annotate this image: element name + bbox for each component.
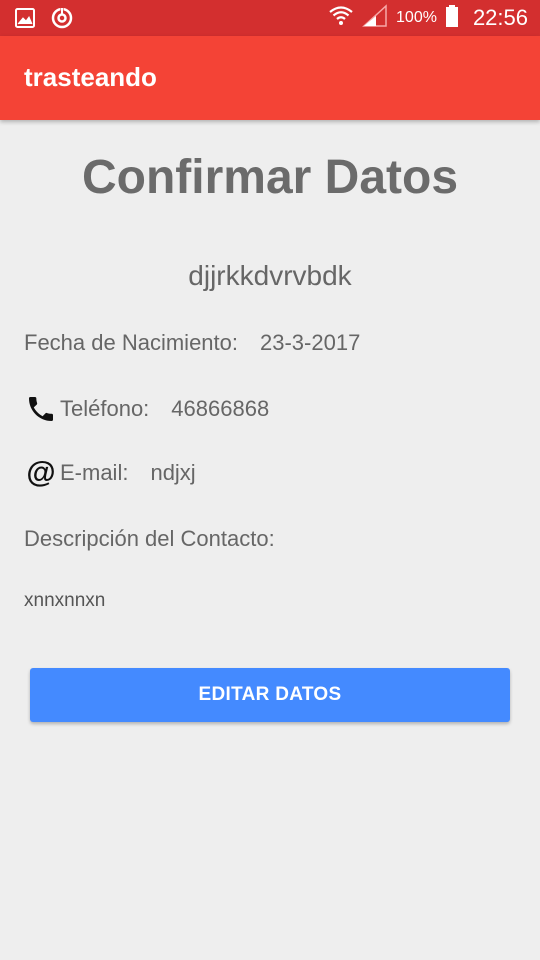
at-sign-icon: @ xyxy=(26,456,56,489)
email-label: E-mail: xyxy=(60,460,129,485)
status-bar: 100% 22:56 xyxy=(0,0,540,36)
phone-value: 46866868 xyxy=(171,396,270,421)
contact-name: djjrkkdvrvbdk xyxy=(188,260,352,291)
birth-date-row: Fecha de Nacimiento: 23-3-2017 xyxy=(24,330,360,356)
description-label: Descripción del Contacto: xyxy=(24,526,275,551)
phone-icon xyxy=(24,392,58,426)
page-title: Confirmar Datos xyxy=(81,151,459,204)
status-right-icons: 100% 22:56 xyxy=(328,0,528,36)
birth-date-value: 23-3-2017 xyxy=(260,330,361,355)
app-bar: trasteando xyxy=(0,36,540,120)
status-time: 22:56 xyxy=(472,5,528,30)
description-value: xnnxnnxn xyxy=(24,590,106,611)
wifi-icon xyxy=(328,3,354,34)
status-left-icons xyxy=(14,6,74,35)
sync-icon xyxy=(50,6,74,35)
battery-icon xyxy=(445,4,459,33)
birth-date-label: Fecha de Nacimiento: xyxy=(24,330,238,355)
edit-data-button[interactable]: EDITAR DATOS xyxy=(30,668,510,722)
email-value: ndjxj xyxy=(150,460,196,485)
phone-label: Teléfono: xyxy=(60,396,150,421)
phone-row: Teléfono: 46866868 xyxy=(24,392,269,426)
gallery-icon xyxy=(14,7,36,34)
app-title: trasteando xyxy=(24,62,157,92)
battery-percent: 100% xyxy=(396,9,437,26)
signal-icon xyxy=(362,3,388,33)
email-row: @ E-mail: ndjxj xyxy=(24,456,196,490)
